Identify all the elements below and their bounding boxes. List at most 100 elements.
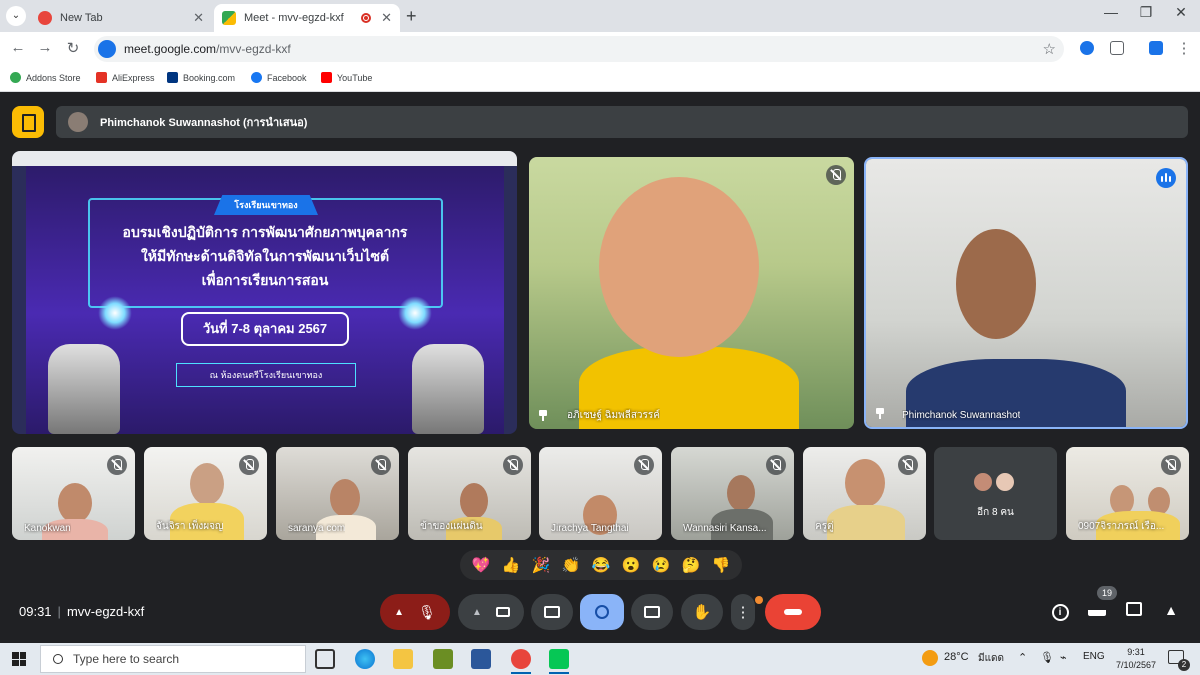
participant-name: 0907จิราภรณ์ เรือ... xyxy=(1078,521,1165,532)
tab-meet[interactable]: Meet - mvv-egzd-kxf ✕ xyxy=(214,4,400,32)
pin-icon[interactable] xyxy=(876,408,884,419)
reaction-thinking-icon[interactable]: 🤔 xyxy=(682,556,701,574)
extensions-puzzle-icon[interactable] xyxy=(1110,41,1124,55)
edge-browser-icon[interactable] xyxy=(355,649,375,669)
participant-tile[interactable]: ครูตู่ xyxy=(803,447,926,540)
task-view-icon[interactable] xyxy=(315,649,335,669)
avatar xyxy=(972,471,994,493)
more-options-button[interactable]: ⋮ xyxy=(731,594,755,630)
microphone-toggle-button[interactable]: ▲ 🎙 xyxy=(380,594,450,630)
extension-shield-icon[interactable] xyxy=(1080,41,1094,55)
slide-location: ณ ห้องดนตรีโรงเรียนเขาทอง xyxy=(176,363,356,387)
bookmark-facebook[interactable]: Facebook xyxy=(251,72,307,83)
participant-tile[interactable]: ข้าของแผ่นดิน xyxy=(408,447,531,540)
taskbar-clock[interactable]: 9:31 7/10/2567 xyxy=(1110,646,1162,672)
present-screen-button[interactable] xyxy=(631,594,673,630)
bookmark-addons-store[interactable]: Addons Store xyxy=(10,72,81,83)
send-reaction-button[interactable] xyxy=(580,594,624,630)
search-icon xyxy=(53,654,63,664)
participant-tile-main-1[interactable]: อภิเชษฐ์ ฉิมพลีสวรรค์ xyxy=(529,157,854,429)
back-button[interactable]: ← xyxy=(8,39,28,56)
presenter-bar[interactable]: Phimchanok Suwannashot (การนำเสนอ) xyxy=(56,106,1188,138)
presentation-toggle-icon[interactable] xyxy=(12,106,44,138)
taskbar-search-input[interactable]: Type here to search xyxy=(40,645,306,673)
browser-menu-icon[interactable]: ⋮ xyxy=(1174,39,1194,57)
reaction-party-icon[interactable]: 🎉 xyxy=(532,556,551,574)
tab-new-tab[interactable]: New Tab ✕ xyxy=(30,4,212,32)
bookmark-youtube[interactable]: YouTube xyxy=(321,72,372,83)
camera-toggle-button[interactable]: ▲ xyxy=(458,594,524,630)
recording-indicator-icon xyxy=(361,13,372,23)
close-window-button[interactable]: ✕ xyxy=(1166,4,1196,21)
emoji-icon xyxy=(595,605,609,619)
reaction-laugh-icon[interactable]: 😂 xyxy=(592,556,611,574)
person-face xyxy=(599,177,759,357)
reload-button[interactable]: ↻ xyxy=(63,39,83,57)
activities-button[interactable]: ▲ xyxy=(1160,602,1182,624)
participant-tile[interactable]: จันจิรา เพ็งผจญ xyxy=(144,447,267,540)
reaction-thumbs-down-icon[interactable]: 👎 xyxy=(712,556,731,574)
minimize-button[interactable]: — xyxy=(1096,4,1126,20)
address-bar[interactable]: meet.google.com/mvv-egzd-kxf ☆ xyxy=(94,36,1064,62)
word-app-icon[interactable] xyxy=(471,649,491,669)
person-face xyxy=(845,459,885,507)
participant-tile[interactable]: 0907จิราภรณ์ เรือ... xyxy=(1066,447,1189,540)
mic-options-chevron-icon[interactable]: ▲ xyxy=(394,607,404,618)
bookmark-star-icon[interactable]: ☆ xyxy=(1043,40,1056,58)
mic-off-icon: 🎙 xyxy=(418,603,436,620)
muted-mic-icon xyxy=(107,455,127,475)
maximize-button[interactable]: ❐ xyxy=(1131,4,1161,21)
bookmark-aliexpress[interactable]: AliExpress xyxy=(96,72,155,83)
pin-icon[interactable] xyxy=(539,410,547,421)
network-icon[interactable]: ⌁ xyxy=(1060,651,1067,664)
tab-search-button[interactable]: ⌄ xyxy=(6,6,26,26)
more-participants-tile[interactable]: อีก 8 คน xyxy=(934,447,1057,540)
bookmarks-bar: Addons Store AliExpress Booking.com Face… xyxy=(0,66,1200,92)
tray-chevron-icon[interactable]: ⌃ xyxy=(1018,651,1027,664)
close-tab-icon[interactable]: ✕ xyxy=(193,10,204,26)
input-language[interactable]: ENG xyxy=(1083,651,1105,662)
avatar xyxy=(994,471,1016,493)
leave-call-button[interactable] xyxy=(765,594,821,630)
robot-hand-right xyxy=(412,344,484,434)
new-tab-button[interactable]: + xyxy=(406,6,417,27)
weather-temp[interactable]: 28°C xyxy=(944,651,969,663)
meeting-info: 09:31 | mvv-egzd-kxf xyxy=(19,604,145,619)
paint-app-icon[interactable] xyxy=(433,649,453,669)
chat-button[interactable] xyxy=(1123,602,1145,624)
raise-hand-button[interactable]: ✋ xyxy=(681,594,723,630)
line-app-icon[interactable] xyxy=(549,649,569,669)
people-button[interactable] xyxy=(1086,602,1108,624)
chat-icon xyxy=(1126,602,1142,616)
participant-tile[interactable]: saranya com xyxy=(276,447,399,540)
participant-tile-main-2[interactable]: Phimchanok Suwannashot xyxy=(864,157,1188,429)
camera-options-chevron-icon[interactable]: ▲ xyxy=(472,607,482,618)
meeting-details-button[interactable]: i xyxy=(1049,602,1071,624)
weather-sun-icon[interactable] xyxy=(922,650,938,666)
close-tab-icon[interactable]: ✕ xyxy=(381,10,392,26)
microphone-tray-icon[interactable]: 🎙 xyxy=(1040,651,1054,664)
presentation-tile[interactable]: โรงเรียนเขาทอง อบรมเชิงปฏิบัติการ การพัฒ… xyxy=(12,151,517,434)
captions-button[interactable] xyxy=(531,594,573,630)
participant-tile[interactable]: Wannasiri Kansa... xyxy=(671,447,794,540)
reaction-heart-icon[interactable]: 💖 xyxy=(472,556,491,574)
browser-app-icon[interactable] xyxy=(511,649,531,669)
reaction-surprised-icon[interactable]: 😮 xyxy=(622,556,641,574)
file-explorer-icon[interactable] xyxy=(393,649,413,669)
participant-name: ครูตู่ xyxy=(815,521,834,532)
reaction-sad-icon[interactable]: 😢 xyxy=(652,556,671,574)
windows-start-icon[interactable] xyxy=(12,652,26,666)
meet-favicon-icon xyxy=(222,11,236,25)
meeting-code: mvv-egzd-kxf xyxy=(66,604,145,619)
reaction-thumbs-up-icon[interactable]: 👍 xyxy=(502,556,521,574)
vpn-shield-icon[interactable] xyxy=(1149,41,1163,55)
participant-tile[interactable]: Kanokwan xyxy=(12,447,135,540)
forward-button[interactable]: → xyxy=(35,39,55,56)
participant-tile[interactable]: Jirachya Tangthai xyxy=(539,447,662,540)
present-screen-icon xyxy=(644,606,660,618)
site-info-icon[interactable] xyxy=(98,40,116,58)
muted-mic-icon xyxy=(634,455,654,475)
reaction-clap-icon[interactable]: 👏 xyxy=(562,556,581,574)
muted-mic-icon xyxy=(239,455,259,475)
bookmark-booking[interactable]: Booking.com xyxy=(167,72,235,83)
